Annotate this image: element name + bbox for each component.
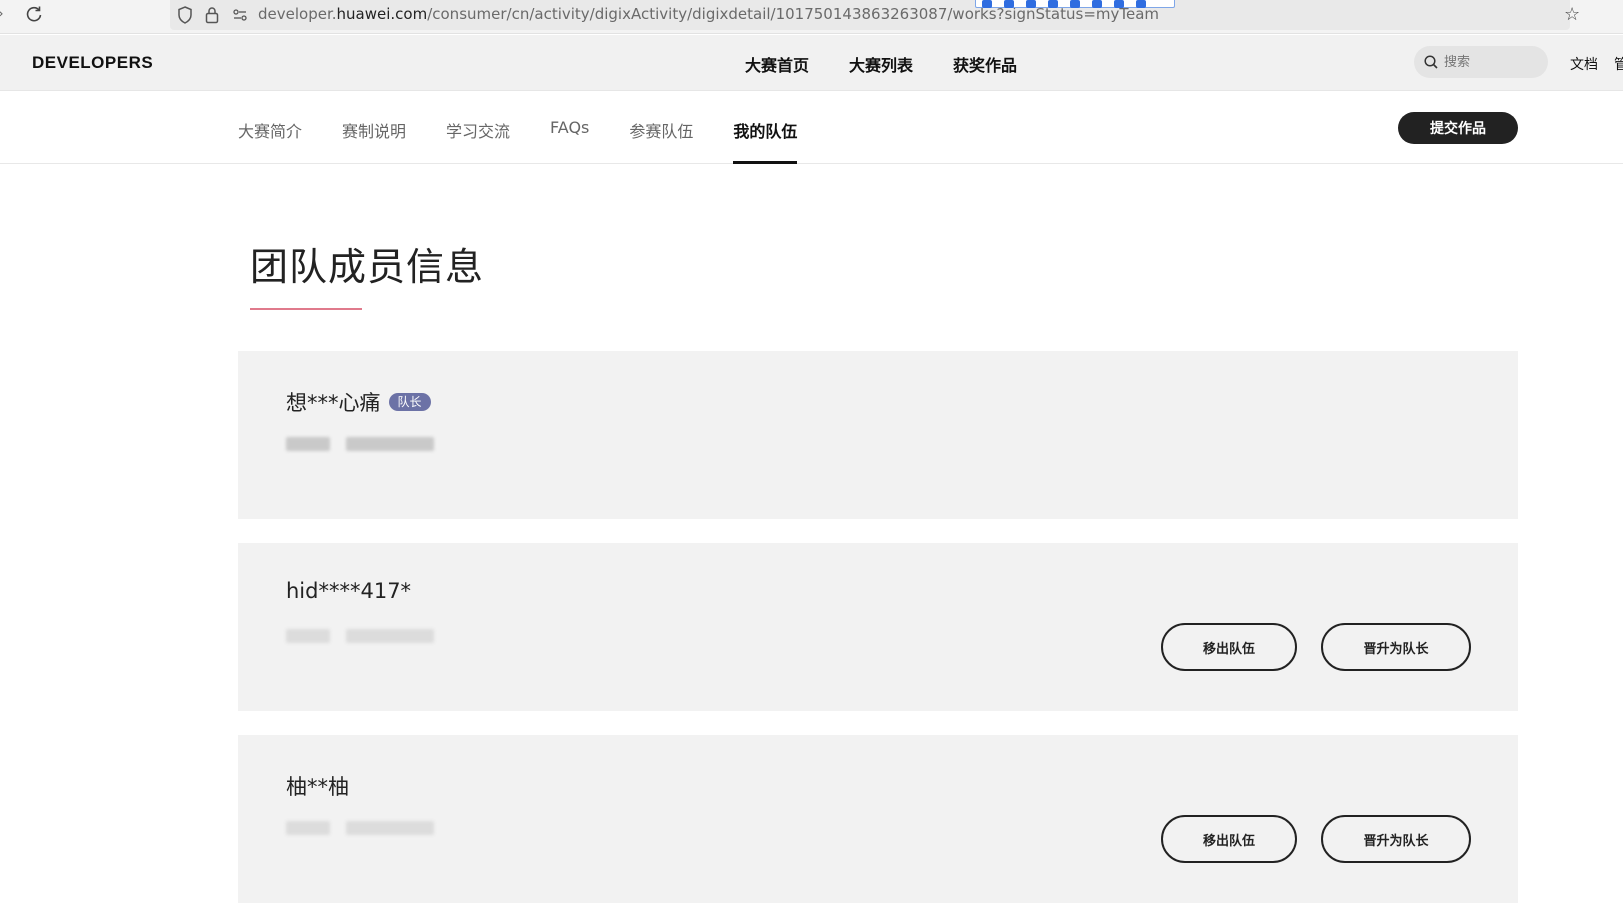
page-title: 团队成员信息: [250, 245, 485, 289]
tab-learning[interactable]: 学习交流: [446, 118, 510, 164]
ime-toolbar: [975, 0, 1175, 8]
member-card: 柚**柚 移出队伍 晋升为队长: [238, 735, 1518, 903]
lock-icon[interactable]: [204, 5, 220, 25]
promote-captain-button[interactable]: 晋升为队长: [1321, 815, 1471, 863]
sub-tabs: 大赛简介 赛制说明 学习交流 FAQs 参赛队伍 我的队伍: [238, 118, 798, 164]
browser-toolbar: › developer.huawei.com/consumer/cn/activ…: [0, 0, 1623, 34]
reload-icon[interactable]: [24, 4, 44, 24]
brand-logo[interactable]: DEVELOPERS: [32, 53, 153, 73]
member-name-row: 想***心痛 队长: [286, 387, 431, 417]
docs-link[interactable]: 文档: [1570, 54, 1598, 74]
tab-rules[interactable]: 赛制说明: [342, 118, 406, 164]
member-name: hid****417*: [286, 579, 412, 603]
search-box[interactable]: [1414, 46, 1548, 78]
tab-my-team[interactable]: 我的队伍: [733, 118, 798, 164]
main-nav: 大赛首页 大赛列表 获奖作品: [745, 52, 1017, 76]
nav-contest-list[interactable]: 大赛列表: [849, 52, 913, 76]
remove-member-button[interactable]: 移出队伍: [1161, 815, 1297, 863]
title-underline: [250, 308, 362, 310]
member-name-row: 柚**柚: [286, 771, 349, 801]
bookmark-star-icon[interactable]: ☆: [1564, 4, 1580, 25]
tab-faqs[interactable]: FAQs: [550, 118, 589, 164]
back-icon[interactable]: ›: [0, 6, 4, 22]
captain-badge: 队长: [388, 393, 431, 411]
search-input[interactable]: [1444, 52, 1539, 72]
redacted-value: [346, 629, 434, 643]
redacted-value: [346, 437, 434, 451]
shield-icon[interactable]: [176, 5, 194, 25]
member-name-row: hid****417*: [286, 579, 411, 603]
submit-work-button[interactable]: 提交作品: [1398, 112, 1518, 144]
tab-teams[interactable]: 参赛队伍: [629, 118, 693, 164]
site-header: DEVELOPERS 大赛首页 大赛列表 获奖作品 文档 管: [0, 35, 1623, 91]
permissions-icon[interactable]: [232, 7, 248, 23]
search-icon[interactable]: [1424, 54, 1438, 69]
redacted-label: [286, 629, 330, 643]
nav-award-works[interactable]: 获奖作品: [953, 52, 1017, 76]
member-name: 柚**柚: [286, 775, 349, 799]
management-link[interactable]: 管: [1614, 54, 1623, 74]
member-card: 想***心痛 队长: [238, 351, 1518, 519]
redacted-label: [286, 437, 330, 451]
tab-contest-intro[interactable]: 大赛简介: [238, 118, 302, 164]
member-card: hid****417* 移出队伍 晋升为队长: [238, 543, 1518, 711]
redacted-value: [346, 821, 434, 835]
sub-nav: 大赛简介 赛制说明 学习交流 FAQs 参赛队伍 我的队伍 提交作品: [0, 92, 1623, 164]
nav-contest-home[interactable]: 大赛首页: [745, 52, 809, 76]
redacted-label: [286, 821, 330, 835]
promote-captain-button[interactable]: 晋升为队长: [1321, 623, 1471, 671]
member-name: 想***心痛: [286, 391, 381, 415]
remove-member-button[interactable]: 移出队伍: [1161, 623, 1297, 671]
